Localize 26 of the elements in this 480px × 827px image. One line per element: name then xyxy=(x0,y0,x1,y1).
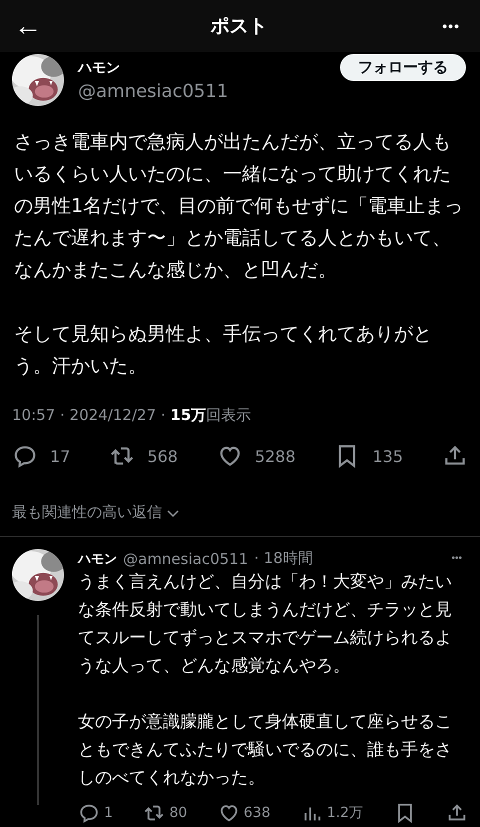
display-name[interactable]: ハモン xyxy=(78,58,326,76)
post-text: そして見知らぬ男性よ、手伝ってくれてありがとう。汗かいた。 xyxy=(14,322,433,379)
action-count: 1 xyxy=(104,805,113,821)
action-count: 1.2万 xyxy=(326,804,364,822)
sort-label[interactable]: 最も関連性の高い返信 xyxy=(12,503,162,522)
reply-text: うまく言えんけど、自分は「わ！大変や」みたいな条件反射で動いてしまうんだけど、チラッと見てスルーしてずっとスマホでゲーム続けられるような人って、どんな感覚なんやろ。 xyxy=(78,571,453,678)
user-handle[interactable]: @amnesiac0511 xyxy=(78,80,326,102)
action-count: 17 xyxy=(50,446,70,466)
action-count: 80 xyxy=(169,805,188,821)
post-meta: 10:57 · 2024/12/27 · 15万回表示 xyxy=(11,406,252,425)
post-text: さっき電車内で急病人が出たんだが、立ってる人もいるくらい人いたのに、一緒になって助けてくれたの男性1名だけで、目の前で何もせずに「電車止まったんで遅れます〜」とか電話してる人とかもいて、なんかまたこんな感じか、と凹んだ。 xyxy=(14,130,464,283)
action-count: 568 xyxy=(147,446,178,466)
action-count: 638 xyxy=(244,805,270,821)
page-title: ポスト xyxy=(210,14,268,39)
user-handle[interactable]: @amnesiac0511 xyxy=(123,550,248,568)
display-name[interactable]: ハモン xyxy=(78,550,117,568)
action-count: 135 xyxy=(372,446,404,466)
reply-time: · 18時間 xyxy=(254,549,314,568)
heart-icon[interactable] xyxy=(218,802,240,824)
reply-icon[interactable] xyxy=(78,802,100,824)
action-count: 5288 xyxy=(254,446,296,466)
reply-text: 女の子が意識朦朧として身体硬直して座らせることもできんてふたりで騒いでるのに、誰も手をさしのべてくれなかった。 xyxy=(78,711,453,790)
follow-button[interactable]: フォローする xyxy=(340,54,466,81)
back-button[interactable]: ← xyxy=(14,10,42,42)
more-button[interactable]: ••• xyxy=(445,552,468,565)
more-button[interactable]: ••• xyxy=(436,17,466,35)
